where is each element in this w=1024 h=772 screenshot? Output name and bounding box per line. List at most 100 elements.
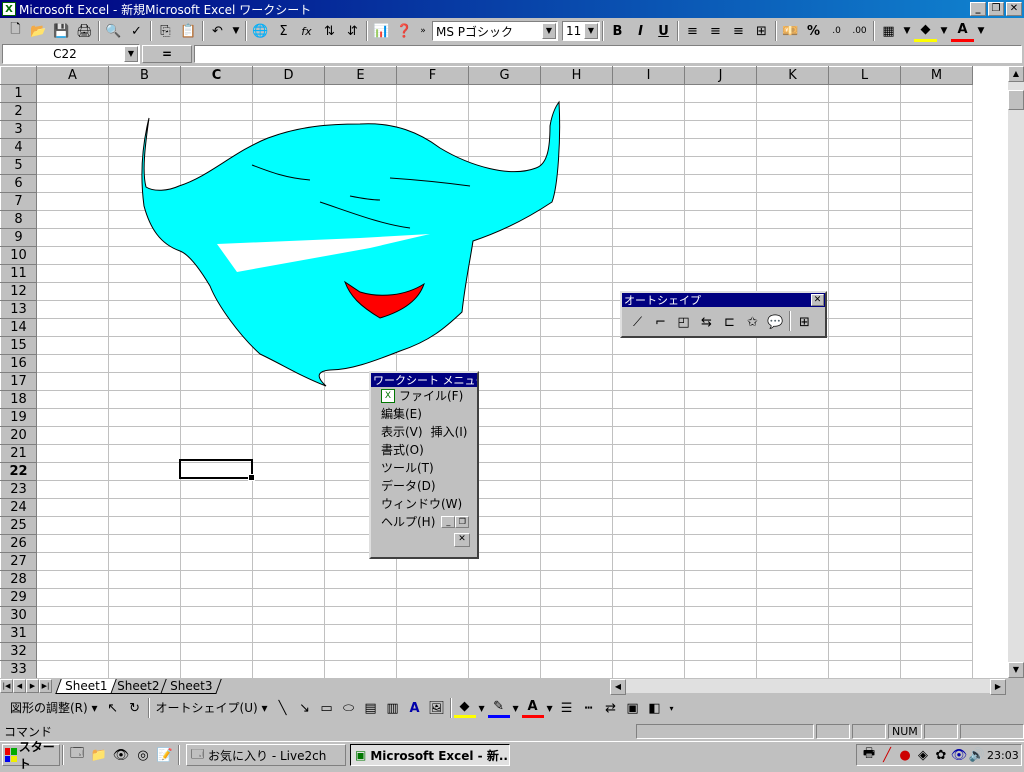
cell[interactable] xyxy=(108,426,181,445)
cell[interactable] xyxy=(252,318,325,337)
cell[interactable] xyxy=(324,84,397,103)
cell[interactable] xyxy=(180,390,253,409)
cell[interactable] xyxy=(828,318,901,337)
cell[interactable] xyxy=(396,156,469,175)
cell[interactable] xyxy=(684,174,757,193)
cell[interactable] xyxy=(324,336,397,355)
cell[interactable] xyxy=(900,462,973,481)
cell[interactable] xyxy=(36,624,109,643)
cell[interactable] xyxy=(612,516,685,535)
cell[interactable] xyxy=(468,480,541,499)
cell[interactable] xyxy=(252,480,325,499)
row-header[interactable]: 2 xyxy=(0,102,37,121)
cell[interactable] xyxy=(180,318,253,337)
cell[interactable] xyxy=(396,138,469,157)
cell[interactable] xyxy=(108,264,181,283)
cell[interactable] xyxy=(900,606,973,625)
row-header[interactable]: 7 xyxy=(0,192,37,211)
cell[interactable] xyxy=(828,606,901,625)
cell[interactable] xyxy=(324,642,397,661)
cell[interactable] xyxy=(180,174,253,193)
increase-decimal-icon[interactable]: .0 xyxy=(825,20,848,42)
row-header[interactable]: 8 xyxy=(0,210,37,229)
browser-icon[interactable]: ◎ xyxy=(132,744,154,766)
cell[interactable] xyxy=(180,570,253,589)
cell[interactable] xyxy=(540,516,613,535)
next-sheet-icon[interactable]: ▶ xyxy=(26,679,39,693)
cell[interactable] xyxy=(540,498,613,517)
cell[interactable] xyxy=(252,552,325,571)
cell[interactable] xyxy=(252,498,325,517)
cell[interactable] xyxy=(900,336,973,355)
sort-ascending-icon[interactable]: ⇅ xyxy=(318,20,341,42)
cell[interactable] xyxy=(684,120,757,139)
cell[interactable] xyxy=(36,642,109,661)
cell[interactable] xyxy=(36,660,109,678)
cell[interactable] xyxy=(468,246,541,265)
cell[interactable] xyxy=(828,534,901,553)
borders-icon[interactable]: ▦ xyxy=(877,20,900,42)
cell[interactable] xyxy=(684,372,757,391)
cell[interactable] xyxy=(612,408,685,427)
vertical-textbox-icon[interactable]: ▥ xyxy=(382,698,404,718)
cell[interactable] xyxy=(180,426,253,445)
cell[interactable] xyxy=(540,534,613,553)
cell[interactable] xyxy=(108,156,181,175)
palette-title-bar[interactable]: オートシェイプ ✕ xyxy=(622,293,825,307)
cell[interactable] xyxy=(108,246,181,265)
cell[interactable] xyxy=(468,462,541,481)
cell[interactable] xyxy=(108,624,181,643)
cell[interactable] xyxy=(252,390,325,409)
column-header[interactable]: B xyxy=(108,66,181,85)
function-icon[interactable]: fx xyxy=(295,20,318,42)
italic-button[interactable]: I xyxy=(629,20,652,42)
decrease-decimal-icon[interactable]: .00 xyxy=(848,20,871,42)
cell[interactable] xyxy=(36,444,109,463)
cell[interactable] xyxy=(540,138,613,157)
cell[interactable] xyxy=(612,228,685,247)
column-header[interactable]: L xyxy=(828,66,901,85)
cell[interactable] xyxy=(468,642,541,661)
row-header[interactable]: 23 xyxy=(0,480,37,499)
cell[interactable] xyxy=(612,606,685,625)
cell[interactable] xyxy=(540,102,613,121)
row-header[interactable]: 1 xyxy=(0,84,37,103)
cell[interactable] xyxy=(612,552,685,571)
arrow-icon[interactable]: ↘ xyxy=(294,698,316,718)
cell[interactable] xyxy=(468,588,541,607)
row-header[interactable]: 31 xyxy=(0,624,37,643)
chevron-down-icon[interactable]: ▼ xyxy=(124,46,138,62)
more-buttons-icon[interactable]: ▾ xyxy=(666,698,678,718)
cell[interactable] xyxy=(180,246,253,265)
cell[interactable] xyxy=(612,462,685,481)
cell[interactable] xyxy=(756,606,829,625)
cell[interactable] xyxy=(324,300,397,319)
cell[interactable] xyxy=(324,138,397,157)
cell[interactable] xyxy=(396,264,469,283)
cell[interactable] xyxy=(396,246,469,265)
tray-network-icon[interactable]: ✿ xyxy=(933,744,949,766)
row-header[interactable]: 21 xyxy=(0,444,37,463)
column-header[interactable]: A xyxy=(36,66,109,85)
cell[interactable] xyxy=(828,138,901,157)
cell[interactable] xyxy=(180,210,253,229)
cell[interactable] xyxy=(108,210,181,229)
cell[interactable] xyxy=(396,570,469,589)
cell[interactable] xyxy=(540,192,613,211)
sheet-tab-3[interactable]: Sheet3 xyxy=(159,678,222,694)
cell[interactable] xyxy=(684,642,757,661)
cell[interactable] xyxy=(468,138,541,157)
cell[interactable] xyxy=(828,570,901,589)
cell[interactable] xyxy=(612,624,685,643)
column-header[interactable]: K xyxy=(756,66,829,85)
worksheet-menu-palette[interactable]: ワークシート メニュー バー X ファイル(F) 編集(E) 表示(V) 挿入(I… xyxy=(369,371,479,559)
cell[interactable] xyxy=(900,138,973,157)
cell[interactable] xyxy=(900,282,973,301)
row-header[interactable]: 33 xyxy=(0,660,37,678)
cell[interactable] xyxy=(540,426,613,445)
cell[interactable] xyxy=(252,516,325,535)
cell[interactable] xyxy=(36,552,109,571)
cell[interactable] xyxy=(900,156,973,175)
cell[interactable] xyxy=(540,282,613,301)
cell[interactable] xyxy=(468,570,541,589)
